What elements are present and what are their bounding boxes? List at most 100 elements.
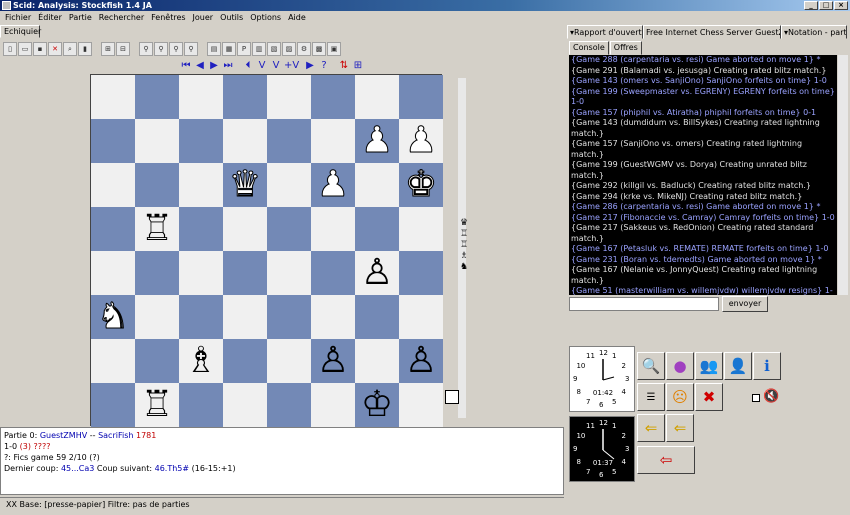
square-e3[interactable] — [267, 295, 311, 339]
next-move[interactable]: 46.Th5# — [155, 464, 189, 473]
search-filter-icon[interactable]: ⚲ — [184, 41, 198, 56]
chess-piece[interactable]: ♖ — [141, 383, 173, 427]
chessboard[interactable]: ♟ ♟ ♛ ♟ ♚ ♖ ♙ ♞ ♗ ♙ ♙ ♖ ♔ — [90, 74, 443, 427]
copy-game-icon[interactable]: ⊟ — [116, 41, 130, 56]
square-b3[interactable] — [135, 295, 179, 339]
square-a4[interactable] — [91, 251, 135, 295]
square-h7[interactable]: ♟ — [399, 119, 443, 163]
square-f4[interactable] — [311, 251, 355, 295]
autoplay-icon[interactable]: ▶ — [304, 59, 316, 73]
coords-icon[interactable]: ⊞ — [352, 59, 364, 73]
console-scrollbar[interactable] — [838, 55, 848, 295]
chess-piece[interactable]: ♞ — [96, 295, 129, 339]
chess-piece[interactable]: ♙ — [405, 339, 437, 383]
sound-checkbox[interactable] — [752, 394, 760, 402]
square-a8[interactable] — [91, 75, 135, 119]
square-e5[interactable] — [267, 207, 311, 251]
square-h4[interactable] — [399, 251, 443, 295]
square-g8[interactable] — [355, 75, 399, 119]
menu-rechercher[interactable]: Rechercher — [97, 11, 149, 25]
fics-console[interactable]: {Game 288 (carpentaria vs. resi) Game ab… — [569, 55, 837, 295]
square-a6[interactable] — [91, 163, 135, 207]
send-button[interactable]: envoyer — [722, 296, 768, 312]
square-a5[interactable] — [91, 207, 135, 251]
square-a1[interactable] — [91, 383, 135, 427]
pgn-window-icon[interactable]: P — [237, 41, 251, 56]
flip-board-icon[interactable]: ⇅ — [338, 59, 350, 73]
square-d2[interactable] — [223, 339, 267, 383]
tree-icon[interactable]: ▧ — [267, 41, 281, 56]
square-h1[interactable] — [399, 383, 443, 427]
tab-fics[interactable]: Free Internet Chess Server GuestZMH — [643, 25, 781, 39]
square-c2[interactable]: ♗ — [179, 339, 223, 383]
player-info-icon[interactable]: ▥ — [252, 41, 266, 56]
square-d8[interactable] — [223, 75, 267, 119]
profile-button[interactable]: 👤 — [724, 352, 752, 380]
variation-enter-icon[interactable]: V — [256, 59, 268, 73]
square-g6[interactable] — [355, 163, 399, 207]
search-material-icon[interactable]: ⚲ — [169, 41, 183, 56]
trial-mode-icon[interactable]: ? — [318, 59, 330, 73]
square-b2[interactable] — [135, 339, 179, 383]
tab-echiquier[interactable]: Echiquier — [0, 25, 41, 38]
new-game-icon[interactable]: ⊞ — [101, 41, 115, 56]
square-g7[interactable]: ♟ — [355, 119, 399, 163]
chess-piece[interactable]: ♙ — [361, 251, 393, 295]
square-b1[interactable]: ♖ — [135, 383, 179, 427]
command-input[interactable] — [569, 297, 719, 311]
square-c5[interactable] — [179, 207, 223, 251]
finder-icon[interactable]: ⌕ — [63, 41, 77, 56]
chess-piece[interactable]: ♔ — [361, 383, 393, 427]
square-f8[interactable] — [311, 75, 355, 119]
menu-partie[interactable]: Partie — [67, 11, 97, 25]
square-d1[interactable] — [223, 383, 267, 427]
square-e1[interactable] — [267, 383, 311, 427]
window-titlebar[interactable]: Scid: Analysis: Stockfish 1.4 JA _ □ × — [0, 0, 850, 11]
square-d4[interactable] — [223, 251, 267, 295]
square-e6[interactable] — [267, 163, 311, 207]
first-move-icon[interactable]: ⏮ — [180, 59, 192, 73]
close-button[interactable]: × — [834, 1, 848, 10]
square-b4[interactable] — [135, 251, 179, 295]
resign-button[interactable]: ✖ — [695, 383, 723, 411]
chess-piece[interactable]: ♟ — [316, 163, 349, 207]
last-move-icon[interactable]: ⏭ — [222, 59, 234, 73]
square-c7[interactable] — [179, 119, 223, 163]
chess-piece[interactable]: ♚ — [404, 163, 437, 207]
search-header-icon[interactable]: ⚲ — [154, 41, 168, 56]
chess-piece[interactable]: ♟ — [360, 119, 393, 163]
book-icon[interactable]: ▩ — [312, 41, 326, 56]
info-button[interactable]: ℹ — [753, 352, 781, 380]
fics-icon[interactable]: ▣ — [327, 41, 341, 56]
square-f1[interactable] — [311, 383, 355, 427]
square-b6[interactable] — [135, 163, 179, 207]
square-h8[interactable] — [399, 75, 443, 119]
new-file-icon[interactable]: ▯ — [3, 41, 17, 56]
last-move[interactable]: 45...Ca3 — [61, 464, 94, 473]
variation-add-icon[interactable]: +V — [284, 59, 299, 73]
square-a2[interactable] — [91, 339, 135, 383]
square-a3[interactable]: ♞ — [91, 295, 135, 339]
square-b8[interactable] — [135, 75, 179, 119]
chess-piece[interactable]: ♙ — [317, 339, 349, 383]
close-base-icon[interactable]: ✕ — [48, 41, 62, 56]
tab-console[interactable]: Console — [569, 41, 609, 55]
square-f2[interactable]: ♙ — [311, 339, 355, 383]
square-h2[interactable]: ♙ — [399, 339, 443, 383]
square-g5[interactable] — [355, 207, 399, 251]
square-e2[interactable] — [267, 339, 311, 383]
takeback-two-button[interactable]: ⇐ — [666, 414, 694, 442]
crosstable-icon[interactable]: ▨ — [282, 41, 296, 56]
black-player[interactable]: SacriFish — [98, 431, 133, 440]
menu-fenetres[interactable]: Fenêtres — [149, 11, 190, 25]
square-d3[interactable] — [223, 295, 267, 339]
square-h5[interactable] — [399, 207, 443, 251]
square-g3[interactable] — [355, 295, 399, 339]
search-board-icon[interactable]: ⚲ — [139, 41, 153, 56]
square-d6[interactable]: ♛ — [223, 163, 267, 207]
open-file-icon[interactable]: ▭ — [18, 41, 32, 56]
seek-button[interactable]: ● — [666, 352, 694, 380]
square-d5[interactable] — [223, 207, 267, 251]
chess-piece[interactable]: ♗ — [185, 339, 217, 383]
engine-icon[interactable]: ⚙ — [297, 41, 311, 56]
